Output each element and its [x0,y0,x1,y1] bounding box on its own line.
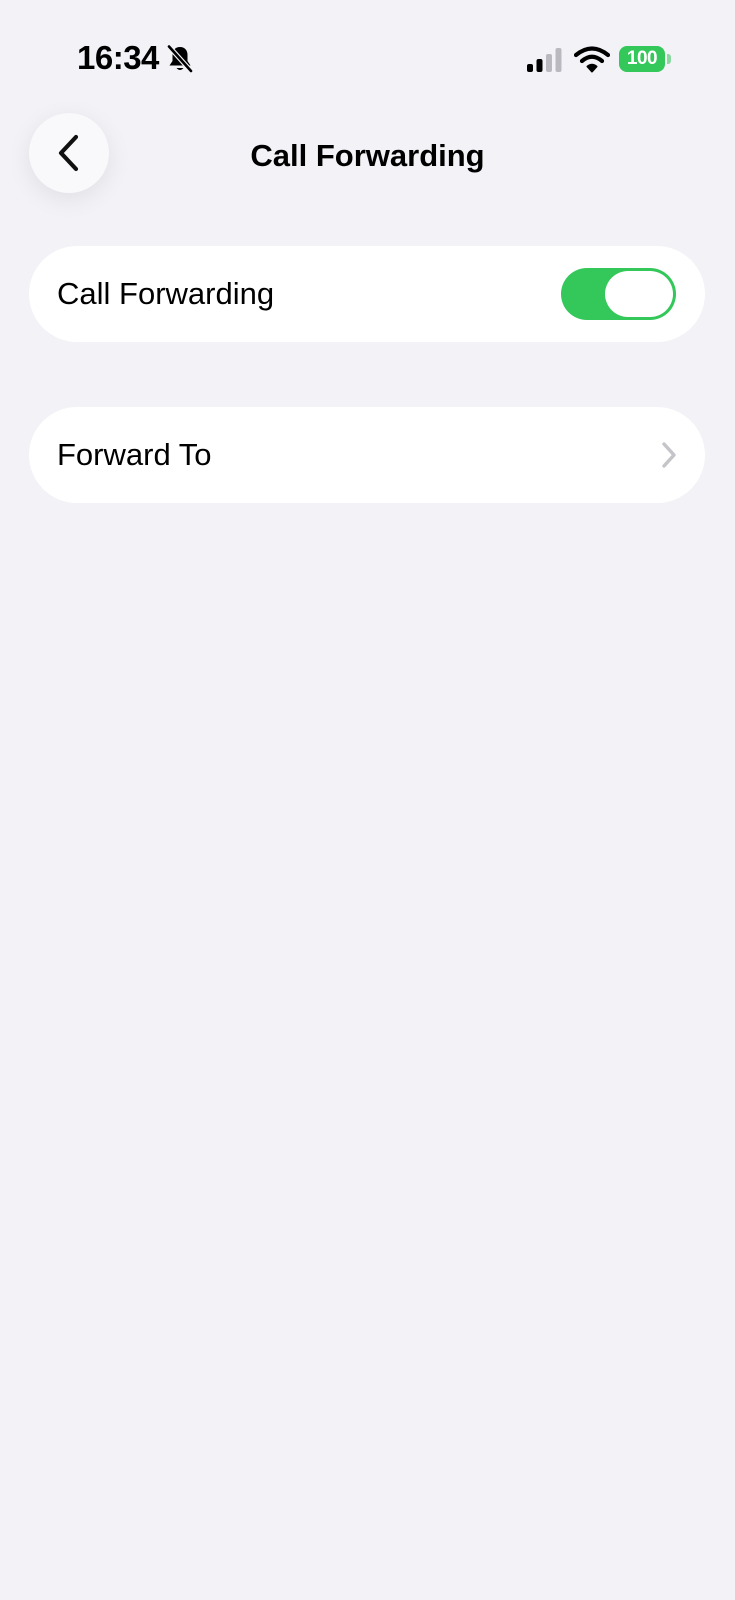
wifi-icon [574,46,610,73]
call-forwarding-label: Call Forwarding [57,276,275,311]
forward-to-label: Forward To [57,437,212,472]
battery-indicator: 100 [619,46,671,72]
cellular-signal-icon [527,48,562,72]
call-forwarding-cell: Call Forwarding [29,246,705,342]
status-bar: 16:34 100 [0,0,735,110]
chevron-right-icon [662,442,676,468]
bell-slash-icon [167,44,193,73]
battery-tip [667,54,671,64]
call-forwarding-toggle[interactable] [561,268,676,320]
page-title: Call Forwarding [250,138,485,173]
battery-level: 100 [619,46,665,72]
forward-to-cell[interactable]: Forward To [29,407,705,503]
status-time: 16:34 [77,39,159,76]
toggle-knob [605,271,673,317]
